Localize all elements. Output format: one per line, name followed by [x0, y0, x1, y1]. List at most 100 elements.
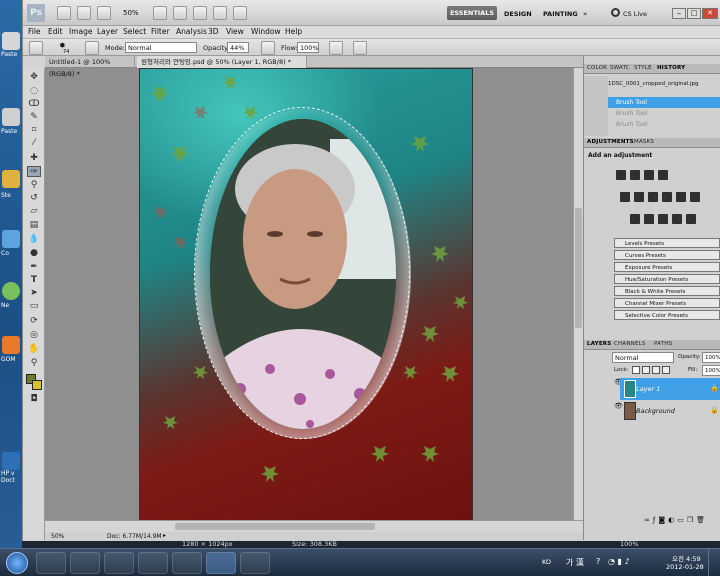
scrollbar-thumb[interactable]: [575, 208, 582, 328]
lock-position-icon[interactable]: [652, 366, 660, 374]
3d-camera-tool-icon[interactable]: ◎: [27, 330, 41, 341]
gradient-map-icon[interactable]: [672, 214, 682, 224]
tab-adjustments[interactable]: ADJUSTMENTS: [587, 139, 634, 145]
clock-time[interactable]: 오전 4:59: [672, 553, 701, 563]
flow-field[interactable]: 100%: [297, 42, 319, 53]
clipboard-icon[interactable]: [2, 32, 20, 50]
brush-tool-icon[interactable]: ✑: [27, 166, 41, 177]
screen-mode-button[interactable]: [233, 6, 247, 20]
menu-edit[interactable]: Edit: [48, 27, 63, 36]
menu-help[interactable]: Help: [285, 27, 302, 36]
workspace-design[interactable]: DESIGN: [504, 10, 532, 18]
curves-icon[interactable]: [644, 170, 654, 180]
status-menu-arrow-icon[interactable]: ▸: [163, 532, 166, 539]
ime-indicator[interactable]: KO: [542, 558, 551, 566]
exposure-icon[interactable]: [658, 170, 668, 180]
word-taskbar-icon[interactable]: [172, 552, 202, 574]
preset-black-white[interactable]: Black & White Presets: [614, 286, 720, 296]
vertical-scrollbar[interactable]: [573, 68, 583, 520]
maximize-button[interactable]: □: [687, 8, 701, 19]
lasso-tool-icon[interactable]: ↀ: [27, 99, 41, 110]
blend-mode-select[interactable]: Normal: [612, 352, 674, 363]
tab-masks[interactable]: MASKS: [634, 139, 654, 145]
zoom-tool-button[interactable]: [173, 6, 187, 20]
minimize-button[interactable]: –: [672, 8, 686, 19]
group-icon[interactable]: ▭: [677, 516, 687, 524]
zoom-tool-icon[interactable]: ⚲: [27, 358, 41, 369]
menu-layer[interactable]: Layer: [97, 27, 118, 36]
brightness-contrast-icon[interactable]: [616, 170, 626, 180]
cs-live-icon[interactable]: [611, 8, 620, 17]
show-desktop-button[interactable]: [708, 549, 720, 576]
history-item[interactable]: Brush Tool: [606, 108, 720, 119]
dodge-tool-icon[interactable]: ●: [27, 248, 41, 259]
opacity-field[interactable]: 44%: [227, 42, 249, 53]
mask-icon[interactable]: ◙: [658, 516, 668, 524]
minibridge-button[interactable]: [77, 6, 91, 20]
folder-icon[interactable]: [2, 170, 20, 188]
menu-select[interactable]: Select: [123, 27, 146, 36]
lock-all-icon[interactable]: [662, 366, 670, 374]
menu-filter[interactable]: Filter: [151, 27, 170, 36]
trash-icon[interactable]: 🗑: [696, 516, 708, 524]
photo-filter-icon[interactable]: [676, 192, 686, 202]
levels-icon[interactable]: [630, 170, 640, 180]
tablet-pressure-size-icon[interactable]: [353, 41, 367, 55]
history-snapshot-name[interactable]: 1DSC_0001_cropped_original.jpg: [608, 81, 720, 87]
new-layer-icon[interactable]: ❐: [687, 516, 696, 524]
explorer-taskbar-icon[interactable]: [104, 552, 134, 574]
photoshop-taskbar-icon[interactable]: [206, 552, 236, 574]
fill-field[interactable]: 100%: [702, 365, 720, 376]
network-icon[interactable]: [2, 282, 20, 300]
brush-panel-button[interactable]: [85, 41, 99, 55]
cs-live-label[interactable]: CS Live: [623, 10, 647, 18]
image-canvas[interactable]: [139, 68, 473, 522]
ie-taskbar-icon[interactable]: [36, 552, 66, 574]
clock-date[interactable]: 2012-01-28: [666, 563, 704, 571]
tab-swatches[interactable]: SWATC: [610, 65, 630, 71]
tray-icons[interactable]: ◔ ▮ ♪: [608, 557, 630, 566]
airbrush-icon[interactable]: [329, 41, 343, 55]
scrollbar-thumb[interactable]: [175, 523, 375, 530]
marquee-tool-icon[interactable]: ◌: [27, 86, 41, 97]
preset-curves[interactable]: Curves Presets: [614, 250, 720, 260]
menu-analysis[interactable]: Analysis: [176, 27, 207, 36]
tab-untitled-1[interactable]: Untitled-1 @ 100% (RGB/8) *: [45, 56, 135, 78]
history-brush-tool-icon[interactable]: ↺: [27, 193, 41, 204]
paint-taskbar-icon[interactable]: [240, 552, 270, 574]
horizontal-scrollbar[interactable]: [45, 520, 583, 532]
start-button-icon[interactable]: [6, 552, 28, 574]
color-balance-icon[interactable]: [648, 192, 658, 202]
lock-pixels-icon[interactable]: [642, 366, 650, 374]
link-icon[interactable]: ∞: [644, 516, 653, 524]
pen-tool-icon[interactable]: ✒: [27, 262, 41, 273]
zoom-level[interactable]: 50%: [123, 9, 139, 17]
elliptical-selection[interactable]: [194, 107, 410, 439]
view-extras-button[interactable]: [97, 6, 111, 20]
hand-tool-button[interactable]: [153, 6, 167, 20]
status-zoom[interactable]: 50%: [51, 533, 64, 540]
type-tool-icon[interactable]: T: [27, 275, 41, 286]
lock-transparent-icon[interactable]: [632, 366, 640, 374]
preset-exposure[interactable]: Exposure Presets: [614, 262, 720, 272]
path-select-tool-icon[interactable]: ➤: [27, 288, 41, 299]
workspace-essentials[interactable]: ESSENTIALS: [447, 6, 497, 20]
tab-paths[interactable]: PATHS: [654, 341, 672, 347]
posterize-icon[interactable]: [644, 214, 654, 224]
utorrent-taskbar-icon[interactable]: [70, 552, 100, 574]
gradient-tool-icon[interactable]: ▤: [27, 220, 41, 231]
threshold-icon[interactable]: [658, 214, 668, 224]
preset-selective-color[interactable]: Selective Color Presets: [614, 310, 720, 320]
tablet-pressure-opacity-icon[interactable]: [261, 41, 275, 55]
quick-select-tool-icon[interactable]: ✎: [27, 112, 41, 123]
clipboard-icon[interactable]: [2, 108, 20, 126]
shape-tool-icon[interactable]: ▭: [27, 301, 41, 312]
brush-preset-icon[interactable]: [29, 41, 43, 55]
rotate-view-button[interactable]: [193, 6, 207, 20]
preset-hue-saturation[interactable]: Hue/Saturation Presets: [614, 274, 720, 284]
crop-tool-icon[interactable]: ⌗: [27, 125, 41, 136]
menu-view[interactable]: View: [226, 27, 244, 36]
tab-styles[interactable]: STYLE: [634, 65, 652, 71]
black-white-icon[interactable]: [662, 192, 672, 202]
chevron-right-icon[interactable]: »: [583, 10, 587, 18]
